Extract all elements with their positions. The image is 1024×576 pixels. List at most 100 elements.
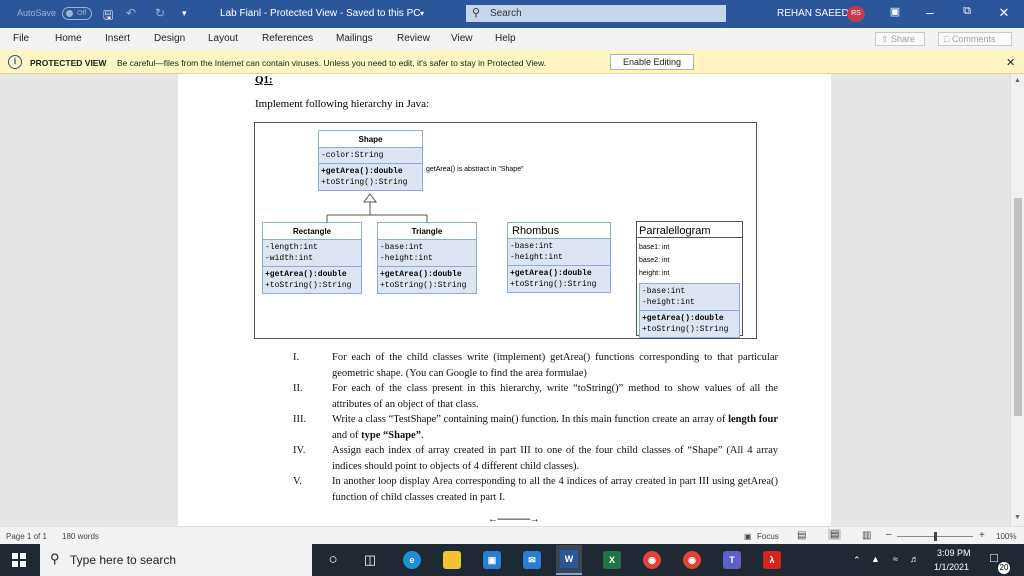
- word-taskbar-button[interactable]: W: [556, 545, 582, 575]
- class-notes: base1: int base2: int height: int: [637, 237, 742, 283]
- abstract-note: getArea() is abstract in "Shape": [426, 166, 524, 173]
- task-view-icon[interactable]: ◫: [361, 551, 379, 569]
- document-page: Q1: Implement following hierarchy in Jav…: [178, 74, 831, 526]
- class-name: Rectangle: [263, 223, 361, 240]
- comments-button[interactable]: □ Comments: [938, 32, 1012, 46]
- acrobat-icon[interactable]: λ: [763, 551, 781, 569]
- item-text-part: Write a class “TestShape” containing mai…: [332, 414, 729, 425]
- excel-icon[interactable]: X: [603, 551, 621, 569]
- uml-class-rhombus: Rhombus -base:int -height:int +getArea()…: [507, 222, 611, 293]
- read-mode-icon[interactable]: ▤: [797, 530, 806, 541]
- cortana-icon[interactable]: ○: [324, 551, 342, 569]
- share-label: Share: [891, 34, 916, 44]
- status-bar: Page 1 of 1 180 words ▣ Focus ▤ ▤ ▥ – + …: [0, 526, 1024, 544]
- clock-time[interactable]: 3:09 PM: [937, 548, 971, 558]
- autosave-toggle[interactable]: Off: [62, 7, 92, 20]
- attribute: -length:int: [265, 243, 318, 252]
- network-icon[interactable]: ▲: [871, 554, 880, 564]
- page-count[interactable]: Page 1 of 1: [6, 532, 47, 541]
- method: +toString():String: [380, 281, 467, 290]
- chrome-profile-icon[interactable]: ◉: [683, 551, 701, 569]
- tab-home[interactable]: Home: [55, 33, 82, 44]
- scroll-down-icon[interactable]: ▼: [1014, 514, 1021, 521]
- restore-icon[interactable]: ⧉: [957, 5, 977, 18]
- class-methods: +getArea():double +toString():String: [508, 266, 610, 292]
- teams-icon[interactable]: T: [723, 551, 741, 569]
- zoom-level[interactable]: 100%: [996, 532, 1016, 541]
- tab-design[interactable]: Design: [154, 33, 185, 44]
- close-icon[interactable]: ✕: [1006, 56, 1015, 69]
- taskbar: ⚲ Type here to search ○ ◫ e ▣ ✉ W X ◉ ◉ …: [0, 544, 1024, 576]
- item-text: Write a class “TestShape” containing mai…: [332, 412, 778, 443]
- edge-icon[interactable]: e: [403, 551, 421, 569]
- chevron-up-icon[interactable]: ⌃: [853, 555, 861, 566]
- search-placeholder: Search: [490, 8, 522, 19]
- tab-insert[interactable]: Insert: [105, 33, 130, 44]
- search-box[interactable]: ⚲ Search: [466, 5, 726, 22]
- ribbon-tabs: File Home Insert Design Layout Reference…: [0, 28, 1024, 50]
- notification-count[interactable]: 20: [998, 562, 1010, 574]
- note-line: base1: int: [639, 244, 670, 251]
- document-title[interactable]: Lab Fianl - Protected View - Saved to th…: [220, 8, 420, 19]
- share-button[interactable]: ⇧ Share: [875, 32, 925, 46]
- enable-editing-button[interactable]: Enable Editing: [610, 54, 694, 70]
- close-icon[interactable]: ✕: [994, 5, 1014, 21]
- tab-review[interactable]: Review: [397, 33, 430, 44]
- file-explorer-icon[interactable]: [443, 551, 461, 569]
- store-icon[interactable]: ▣: [483, 551, 501, 569]
- zoom-slider-thumb[interactable]: [934, 532, 937, 541]
- avatar[interactable]: RS: [847, 6, 865, 22]
- uml-class-parallelogram: Parralellogram base1: int base2: int hei…: [636, 221, 743, 338]
- web-layout-icon[interactable]: ▥: [862, 530, 871, 541]
- tab-mailings[interactable]: Mailings: [336, 33, 373, 44]
- uml-diagram: Shape -color:String +getArea():double +t…: [254, 122, 757, 339]
- focus-label[interactable]: Focus: [757, 532, 779, 541]
- attribute: -height:int: [380, 254, 433, 263]
- minimize-icon[interactable]: –: [920, 5, 940, 20]
- method: +toString():String: [265, 281, 352, 290]
- volume-icon[interactable]: ♬: [910, 554, 919, 564]
- class-attributes: -color:String: [319, 148, 422, 164]
- customize-toolbar-icon[interactable]: ▾: [182, 8, 187, 19]
- taskbar-search-box[interactable]: ⚲ Type here to search: [40, 544, 312, 576]
- protected-view-bar: i PROTECTED VIEW Be careful—files from t…: [0, 50, 1024, 74]
- search-icon: ⚲: [50, 551, 60, 566]
- windows-start-icon[interactable]: [12, 553, 26, 567]
- redo-icon[interactable]: ↻: [155, 6, 165, 20]
- chrome-icon[interactable]: ◉: [643, 551, 661, 569]
- tab-layout[interactable]: Layout: [208, 33, 238, 44]
- tab-references[interactable]: References: [262, 33, 313, 44]
- item-text-part: .: [420, 429, 424, 441]
- scroll-up-icon[interactable]: ▲: [1014, 77, 1021, 84]
- mail-icon[interactable]: ✉: [523, 551, 541, 569]
- tab-help[interactable]: Help: [495, 33, 516, 44]
- search-icon: ⚲: [472, 7, 481, 19]
- item-text: For each of the child classes write (imp…: [332, 352, 778, 379]
- wifi-icon[interactable]: ≈: [893, 554, 898, 564]
- save-icon[interactable]: 🖫: [103, 6, 113, 27]
- zoom-in-icon[interactable]: +: [979, 530, 985, 541]
- zoom-out-icon[interactable]: –: [886, 529, 892, 540]
- user-name[interactable]: REHAN SAEED: [777, 8, 849, 19]
- method: +toString():String: [642, 325, 729, 334]
- tab-view[interactable]: View: [451, 33, 473, 44]
- notification-icon[interactable]: □: [990, 550, 998, 565]
- ribbon-display-icon[interactable]: ▣: [885, 5, 905, 18]
- word-count[interactable]: 180 words: [62, 532, 99, 541]
- print-layout-icon[interactable]: ▤: [828, 529, 842, 540]
- taskbar-search-placeholder: Type here to search: [70, 553, 177, 567]
- vertical-scrollbar[interactable]: ▲ ▼: [1010, 74, 1024, 526]
- undo-icon[interactable]: ↶: [126, 6, 136, 20]
- scrollbar-thumb[interactable]: [1014, 198, 1022, 416]
- title-bar: AutoSave Off 🖫 ↶ ↻ ▾ Lab Fianl - Protect…: [0, 0, 1024, 28]
- tab-file[interactable]: File: [13, 33, 29, 44]
- item-number: II.: [293, 383, 303, 394]
- uml-class-shape: Shape -color:String +getArea():double +t…: [318, 130, 423, 191]
- chevron-down-icon[interactable]: ▾: [420, 9, 424, 18]
- class-attributes: -base:int -height:int: [640, 284, 739, 311]
- item-number: III.: [293, 414, 307, 425]
- item-text-bold: length four: [728, 414, 778, 425]
- focus-icon[interactable]: ▣: [744, 532, 752, 541]
- clock-date[interactable]: 1/1/2021: [934, 562, 969, 572]
- item-text-part: and of: [332, 429, 362, 441]
